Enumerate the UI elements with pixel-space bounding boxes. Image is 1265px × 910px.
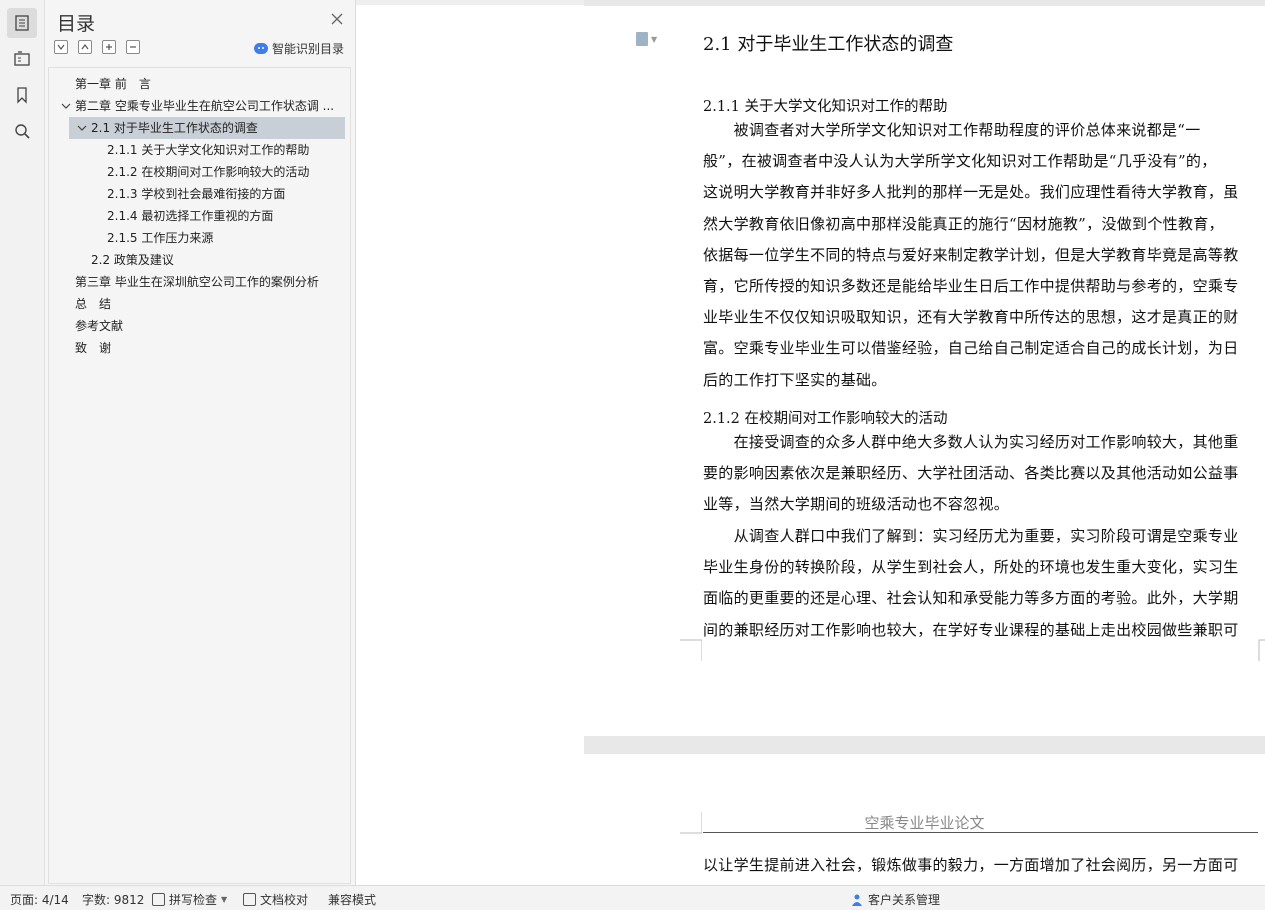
word-count-label: 字数: 9812 [82,893,145,907]
toc-item-label: 2.1.2 在校期间对工作影响较大的活动 [107,165,310,179]
toc-item[interactable]: 2.1.3 学校到社会最难衔接的方面 [107,183,285,205]
page-indicator[interactable]: 页面: 4/14 [10,891,69,908]
chevron-down-icon: ▼ [221,895,228,904]
minus-icon[interactable] [126,40,140,54]
section-heading: 2.1 对于毕业生工作状态的调查 [703,34,954,55]
text-line: 在接受调查的众多人群中绝大多数人认为实习经历对工作影响较大，其他重 [703,433,1239,451]
document-icon [636,32,648,46]
proofread-button[interactable]: 文档校对 [243,891,308,908]
header-rule [703,832,1258,833]
word-count[interactable]: 字数: 9812 [82,891,144,908]
toc-item[interactable]: 第一章 前 言 [75,73,151,95]
toc-panel: 目录 智能识别目录 第一章 前 言第二章 空乘专业毕业生在航空公司工作状态调 .… [45,0,356,885]
chevron-down-icon: ▼ [651,34,658,44]
toc-item-label: 2.1.5 工作压力来源 [107,231,214,245]
spell-check-button[interactable]: 拼写检查 ▼ [152,891,227,908]
toc-title: 目录 [57,13,96,35]
toc-item[interactable]: 2.1.2 在校期间对工作影响较大的活动 [107,161,309,183]
toc-item-label: 2.1.3 学校到社会最难衔接的方面 [107,187,286,201]
toc-item[interactable]: 参考文献 [75,315,123,337]
collapse-up-icon[interactable] [78,40,92,54]
close-icon[interactable] [330,12,344,26]
toc-item-label: 总 结 [75,297,112,311]
crm-label: 客户关系管理 [868,893,941,907]
status-bar: 页面: 4/14 字数: 9812 拼写检查 ▼ 文档校对 兼容模式 客户关系管… [0,885,1265,910]
navigation-icon[interactable] [7,44,37,74]
sidebar-rail [0,0,45,885]
toc-item[interactable]: 2.1.5 工作压力来源 [107,227,213,249]
plus-icon[interactable] [102,40,116,54]
toc-item[interactable]: 第三章 毕业生在深圳航空公司工作的案例分析 [75,271,319,293]
text-line: 间的兼职经历对工作影响也较大，在学好专业课程的基础上走出校园做些兼职可 [703,620,1239,639]
document-area: ▼ 2.1 对于毕业生工作状态的调查 2.1.1 关于大学文化知识对工作的帮助 … [584,0,1265,885]
toc-item[interactable]: 2.1.1 关于大学文化知识对工作的帮助 [107,139,309,161]
expand-down-icon[interactable] [54,40,68,54]
toc-item-label: 第一章 前 言 [75,77,151,91]
toc-item-label: 2.1 对于毕业生工作状态的调查 [91,121,258,135]
text-line: 般”，在被调查者中没人认为大学所学文化知识对工作帮助是“几乎没有”的， [703,152,1217,171]
text-line: 依据每一位学生不同的特点与爱好来制定教学计划，但是大学教育毕竟是高等教 [703,245,1239,264]
gutter [356,0,584,885]
search-icon[interactable] [7,116,37,146]
subsection-heading: 2.1.1 关于大学文化知识对工作的帮助 [703,99,948,115]
crop-mark-icon [680,639,702,661]
paragraph-menu[interactable]: ▼ [636,32,657,46]
text-line: 面临的更重要的还是心理、社会认知和承受能力等多方面的考验。此外，大学期 [703,589,1239,608]
text-line: 业等，当然大学期间的班级活动也不容忽视。 [703,495,1010,514]
crop-mark-icon [1258,639,1265,661]
checkbox-icon [152,893,165,906]
text-line: 然大学教育依旧像初高中那样没能真正的施行“因材施教”，没做到个性教育， [703,214,1224,233]
text-line: 以让学生提前进入社会，锻炼做事的毅力，一方面增加了社会阅历，另一方面可 [703,856,1239,874]
text-line: 业毕业生不仅仅知识吸取知识，还有大学教育中所传达的思想，这才是真正的财 [703,308,1239,327]
proofread-label: 文档校对 [260,893,309,907]
text-line: 被调查者对大学所学文化知识对工作帮助程度的评价总体来说都是“一 [703,121,1201,139]
text-line: 育，它所传授的知识多数还是能给毕业生日后工作中提供帮助与参考的，空乘专 [703,277,1239,295]
toc-item[interactable]: 致 谢 [75,337,111,359]
toc-item[interactable]: 2.1.4 最初选择工作重视的方面 [107,205,273,227]
toc-item-label: 2.2 政策及建议 [91,253,174,267]
crm-button[interactable]: 客户关系管理 [850,891,940,908]
text-line: 毕业生身份的转换阶段，从学生到社会人，所处的环境也发生重大变化，实习生 [703,558,1239,577]
toc-item-label: 参考文献 [75,319,124,333]
crop-mark-icon [680,812,702,834]
text-line: 这说明大学教育并非好多人批判的那样一无是处。我们应理性看待大学教育，虽 [703,183,1239,202]
compat-label: 兼容模式 [328,893,377,907]
robot-icon [254,43,268,54]
toc-item[interactable]: 2.1 对于毕业生工作状态的调查 [69,117,345,139]
subsection-heading: 2.1.2 在校期间对工作影响较大的活动 [703,411,948,427]
smart-toc-label: 智能识别目录 [272,42,345,56]
toc-item[interactable]: 2.2 政策及建议 [91,249,174,271]
chevron-down-icon[interactable] [61,96,71,109]
compat-mode[interactable]: 兼容模式 [328,891,376,908]
page: 空乘专业毕业论文 以让学生提前进入社会，锻炼做事的毅力，一方面增加了社会阅历，另… [584,754,1265,885]
text-line: 后的工作打下坚实的基础。 [703,370,887,389]
crm-icon [852,894,862,906]
text-line: 要的影响因素依次是兼职经历、大学社团活动、各类比赛以及其他活动如公益事 [703,464,1239,483]
toc-item[interactable]: 第二章 空乘专业毕业生在航空公司工作状态调 ... [61,95,334,117]
toc-item-label: 2.1.1 关于大学文化知识对工作的帮助 [107,143,310,157]
toc-list: 第一章 前 言第二章 空乘专业毕业生在航空公司工作状态调 ... 2.1 对于毕业… [48,67,351,884]
page: ▼ 2.1 对于毕业生工作状态的调查 2.1.1 关于大学文化知识对工作的帮助 … [584,6,1265,736]
toc-item-label: 第二章 空乘专业毕业生在航空公司工作状态调 ... [75,99,335,113]
smart-toc-button[interactable]: 智能识别目录 [254,40,344,57]
proofread-icon [243,893,256,906]
toc-item-label: 第三章 毕业生在深圳航空公司工作的案例分析 [75,275,319,289]
spell-check-label: 拼写检查 [169,893,218,907]
bookmark-icon[interactable] [7,80,37,110]
page-label: 页面: 4/14 [10,893,69,907]
chevron-down-icon[interactable] [77,118,87,131]
toc-item-label: 致 谢 [75,341,112,355]
toc-item-label: 2.1.4 最初选择工作重视的方面 [107,209,274,223]
text-line: 从调查人群口中我们了解到：实习经历尤为重要，实习阶段可谓是空乘专业 [703,527,1239,545]
toc-toolbar [54,40,140,54]
text-line: 富。空乘专业毕业生可以借鉴经验，自己给自己制定适合自己的成长计划，为日 [703,339,1239,358]
toc-item[interactable]: 总 结 [75,293,111,315]
toc-panel-icon[interactable] [7,8,37,38]
